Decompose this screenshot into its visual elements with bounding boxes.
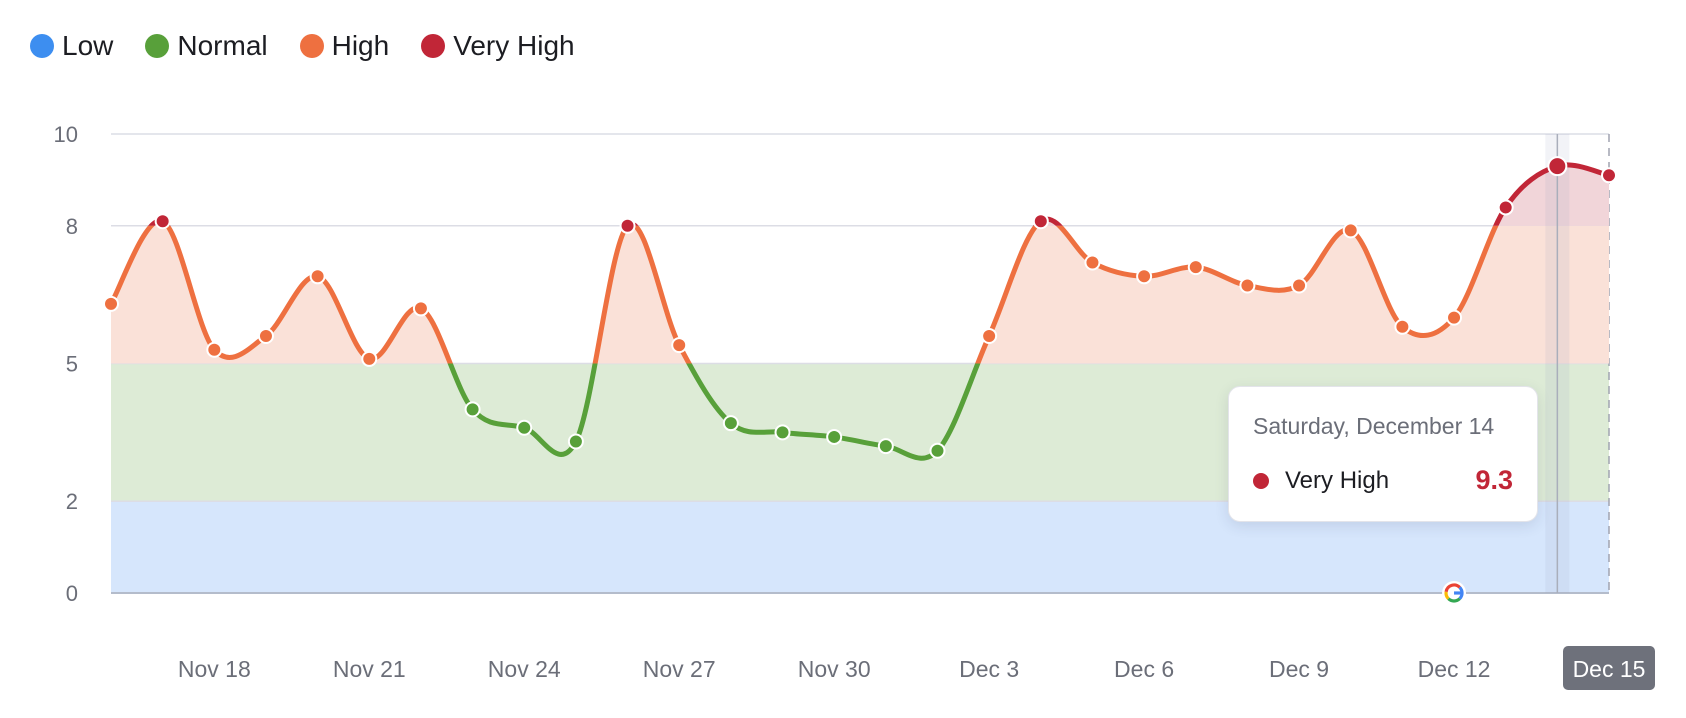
data-point [774,424,791,441]
data-point [1446,309,1463,326]
x-tick-label: Nov 18 [178,656,251,682]
data-point [206,341,223,358]
data-point [309,268,326,285]
x-tick-label: Nov 21 [333,656,406,682]
x-tick-label: Dec 12 [1418,656,1491,682]
x-tick-label: Nov 24 [488,656,561,682]
data-point [1601,167,1617,184]
data-point [981,327,998,344]
x-tick-label: Dec 9 [1269,656,1329,682]
tooltip-row: Very High 9.3 [1253,465,1513,496]
y-tick-label: 0 [66,581,78,606]
tooltip-value: 9.3 [1475,465,1513,495]
data-point [1342,222,1359,239]
x-tick-label: Dec 6 [1114,656,1174,682]
data-point [826,428,843,445]
data-point [929,442,946,459]
tooltip-series-label: Very High [1285,466,1390,494]
y-tick-label: 2 [66,489,78,514]
volatility-chart[interactable]: 0 2 5 8 10 Nov 18 Nov 21 Nov 24 Nov 27 Nov 30 Dec… [0,0,1686,718]
data-point [103,295,119,312]
data-point [516,419,533,436]
data-point [412,300,429,317]
google-icon[interactable] [1442,581,1467,605]
data-point [1394,318,1411,335]
data-point [619,217,636,234]
x-tick-label: Dec 3 [959,656,1019,682]
tooltip-series-dot [1253,472,1269,489]
data-point [722,415,739,432]
data-point [567,433,584,450]
data-point [257,327,274,344]
y-tick-label: 10 [54,122,78,147]
data-point [1239,277,1256,294]
area-fill [111,164,1609,364]
x-axis: Nov 18 Nov 21 Nov 24 Nov 27 Nov 30 Dec 3 Dec 6… [178,646,1655,690]
data-point [154,213,171,230]
data-point [877,438,894,455]
x-tick-label: Nov 27 [643,656,716,682]
data-point [464,401,481,418]
y-tick-label: 5 [66,352,78,377]
y-tick-label: 8 [66,214,78,239]
data-point [671,337,688,354]
x-tick-label: Nov 30 [798,656,871,682]
tooltip-date: Saturday, December 14 [1253,413,1495,439]
data-point [1291,277,1308,294]
x-tick-label-active: Dec 15 [1573,656,1646,682]
data-point [1497,199,1514,216]
data-point [1084,254,1101,271]
chart-tooltip: Saturday, December 14 Very High 9.3 [1228,386,1538,522]
data-point [1187,259,1204,276]
data-point [1547,156,1568,177]
hover-indicator [1545,134,1570,593]
y-axis: 0 2 5 8 10 [54,122,78,606]
area-fill-very-high [111,164,1609,226]
data-point [1032,213,1049,230]
data-point [1136,268,1153,285]
annotations [1442,581,1467,605]
data-point [361,350,378,367]
